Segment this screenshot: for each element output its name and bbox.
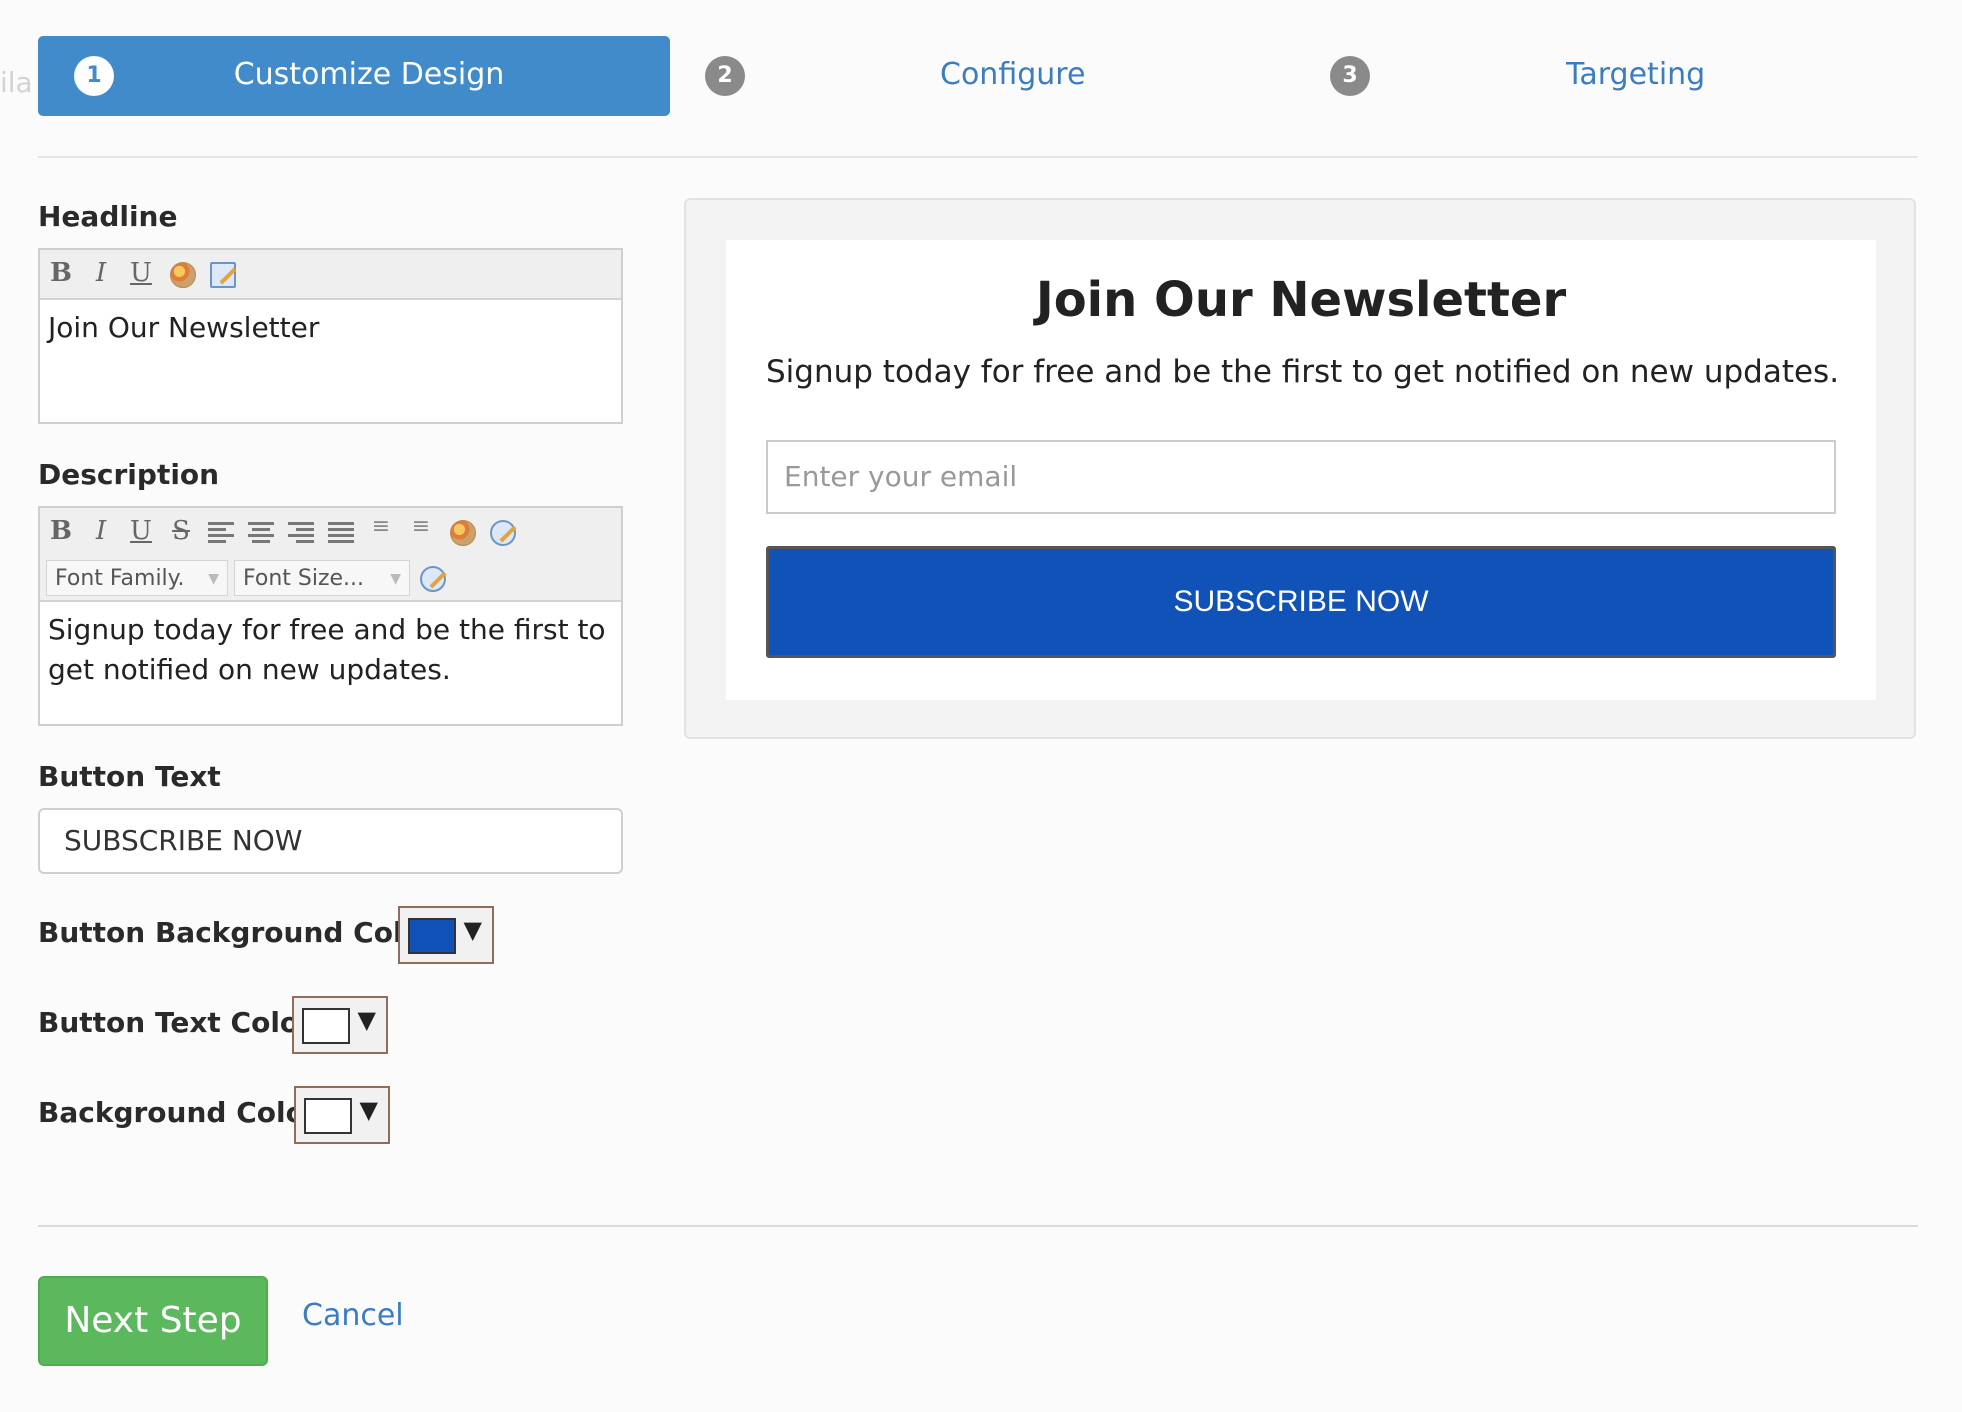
preview-subscribe-button[interactable]: SUBSCRIBE NOW bbox=[766, 546, 1836, 658]
color-swatch bbox=[304, 1098, 352, 1134]
align-center-icon[interactable] bbox=[248, 522, 274, 544]
preview-panel: Join Our Newsletter Signup today for fre… bbox=[684, 198, 1916, 739]
step-label: Targeting bbox=[1566, 57, 1706, 92]
color-swatch bbox=[408, 918, 456, 954]
edit-source-icon[interactable] bbox=[210, 262, 236, 288]
step-number: 3 bbox=[1330, 56, 1370, 96]
edit-icon[interactable] bbox=[420, 566, 446, 592]
italic-icon[interactable]: I bbox=[86, 258, 116, 288]
bold-icon[interactable]: B bbox=[46, 258, 76, 288]
description-editor: B I U S ≡ ≡ Font Family. ▼ Font Size... … bbox=[38, 506, 623, 726]
underline-icon[interactable]: U bbox=[126, 258, 156, 288]
headline-label: Headline bbox=[38, 200, 178, 233]
strikethrough-icon[interactable]: S bbox=[166, 516, 196, 546]
step-number: 2 bbox=[705, 56, 745, 96]
headline-toolbar: B I U bbox=[40, 250, 621, 300]
ghost-text: ila bbox=[0, 66, 33, 99]
ordered-list-icon[interactable]: ≡ bbox=[366, 514, 396, 539]
background-color-label: Background Color bbox=[38, 1096, 319, 1129]
headline-input[interactable]: Join Our Newsletter bbox=[40, 300, 621, 356]
preview-email-input[interactable]: Enter your email bbox=[766, 440, 1836, 514]
align-left-icon[interactable] bbox=[208, 522, 234, 544]
preview-card: Join Our Newsletter Signup today for fre… bbox=[726, 240, 1876, 700]
unordered-list-icon[interactable]: ≡ bbox=[406, 514, 436, 539]
color-palette-icon[interactable] bbox=[450, 520, 476, 546]
chevron-down-icon: ▼ bbox=[390, 571, 401, 587]
cancel-link[interactable]: Cancel bbox=[302, 1298, 404, 1333]
chevron-down-icon: ▼ bbox=[208, 571, 219, 587]
background-color-picker[interactable]: ▼ bbox=[294, 1086, 390, 1144]
bold-icon[interactable]: B bbox=[46, 516, 76, 546]
caret-down-icon: ▼ bbox=[463, 916, 482, 944]
font-family-select[interactable]: Font Family. ▼ bbox=[46, 560, 228, 596]
underline-icon[interactable]: U bbox=[126, 516, 156, 546]
step-configure[interactable]: 2 Configure bbox=[705, 36, 1325, 116]
headline-editor: B I U Join Our Newsletter bbox=[38, 248, 623, 424]
next-step-button[interactable]: Next Step bbox=[38, 1276, 268, 1366]
preview-description: Signup today for free and be the first t… bbox=[766, 354, 1840, 390]
divider bbox=[38, 156, 1918, 158]
edit-source-icon[interactable] bbox=[490, 520, 516, 546]
color-palette-icon[interactable] bbox=[170, 262, 196, 288]
step-customize-design[interactable]: 1 Customize Design bbox=[38, 36, 670, 116]
caret-down-icon: ▼ bbox=[357, 1006, 376, 1034]
color-swatch bbox=[302, 1008, 350, 1044]
divider bbox=[38, 1225, 1918, 1227]
align-justify-icon[interactable] bbox=[328, 522, 354, 544]
step-targeting[interactable]: 3 Targeting bbox=[1330, 36, 1918, 116]
wizard-stepper: 1 Customize Design 2 Configure 3 Targeti… bbox=[38, 36, 1918, 116]
preview-title: Join Our Newsletter bbox=[1035, 272, 1567, 328]
button-text-color-label: Button Text Color bbox=[38, 1006, 313, 1039]
step-label: Configure bbox=[940, 57, 1086, 92]
description-input[interactable]: Signup today for free and be the first t… bbox=[40, 602, 621, 698]
step-label: Customize Design bbox=[233, 57, 505, 92]
font-size-placeholder: Font Size... bbox=[243, 566, 365, 591]
align-right-icon[interactable] bbox=[288, 522, 314, 544]
button-text-label: Button Text bbox=[38, 760, 221, 793]
button-text-color-picker[interactable]: ▼ bbox=[292, 996, 388, 1054]
caret-down-icon: ▼ bbox=[359, 1096, 378, 1124]
button-background-color-picker[interactable]: ▼ bbox=[398, 906, 494, 964]
description-label: Description bbox=[38, 458, 220, 491]
button-text-input[interactable]: SUBSCRIBE NOW bbox=[38, 808, 623, 874]
button-background-color-label: Button Background Color bbox=[38, 916, 436, 949]
font-family-placeholder: Font Family. bbox=[55, 566, 185, 591]
italic-icon[interactable]: I bbox=[86, 516, 116, 546]
font-size-select[interactable]: Font Size... ▼ bbox=[234, 560, 410, 596]
description-toolbar: B I U S ≡ ≡ Font Family. ▼ Font Size... … bbox=[40, 508, 621, 602]
